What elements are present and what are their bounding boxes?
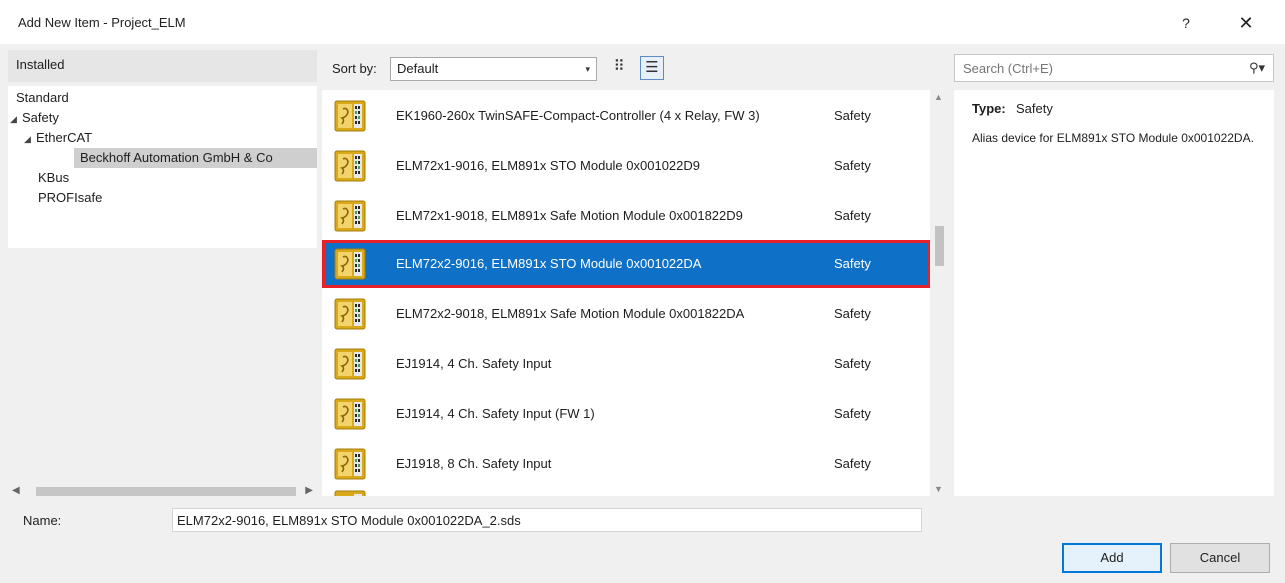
scroll-right-icon[interactable]: ▶: [305, 482, 313, 500]
scroll-down-icon[interactable]: ▼: [934, 484, 943, 494]
list-item-partial[interactable]: [322, 490, 930, 496]
item-name: EK1960-260x TwinSAFE-Compact-Controller …: [396, 108, 760, 123]
expand-arrow-icon[interactable]: ◢: [10, 109, 22, 129]
add-new-item-dialog: Add New Item - Project_ELM ? ✕ Installed…: [0, 0, 1285, 583]
scroll-up-icon[interactable]: ▲: [934, 92, 943, 102]
item-category: Safety: [834, 456, 871, 471]
tree-item-label: PROFIsafe: [38, 190, 103, 205]
tree-item-label: EtherCAT: [36, 130, 93, 145]
installed-header: Installed: [8, 50, 317, 82]
list-item[interactable]: ELM72x1-9016, ELM891x STO Module 0x00102…: [322, 142, 930, 190]
list-item[interactable]: EK1960-260x TwinSAFE-Compact-Controller …: [322, 92, 930, 140]
item-name: ELM72x2-9016, ELM891x STO Module 0x00102…: [396, 256, 702, 271]
tree-item-label: Beckhoff Automation GmbH & Co: [80, 150, 273, 165]
safety-module-icon: [334, 348, 366, 380]
tree-item-standard[interactable]: Standard: [16, 88, 69, 108]
list-item[interactable]: EJ1914, 4 Ch. Safety Input (FW 1) Safety: [322, 390, 930, 438]
item-name: ELM72x1-9016, ELM891x STO Module 0x00102…: [396, 158, 701, 173]
list-item[interactable]: EJ1914, 4 Ch. Safety Input Safety: [322, 340, 930, 388]
item-description: Alias device for ELM891x STO Module 0x00…: [972, 131, 1254, 145]
name-label: Name:: [23, 513, 62, 528]
list-item[interactable]: ELM72x2-9018, ELM891x Safe Motion Module…: [322, 290, 930, 338]
tree-item-label: Safety: [22, 110, 59, 125]
installed-panel: Installed Standard ◢ Safety ◢ EtherCAT Bec…: [8, 50, 317, 500]
sort-by-dropdown[interactable]: Default ▾: [390, 57, 597, 81]
item-name: EJ1914, 4 Ch. Safety Input (FW 1): [396, 406, 595, 421]
scrollbar-thumb[interactable]: [935, 226, 944, 266]
item-list: EK1960-260x TwinSAFE-Compact-Controller …: [322, 90, 930, 496]
chevron-down-icon: ▾: [585, 64, 590, 74]
list-vertical-scrollbar[interactable]: ▲ ▼: [930, 90, 948, 496]
scroll-left-icon[interactable]: ◀: [12, 482, 20, 500]
sort-by-value: Default: [397, 61, 439, 76]
item-name: EJ1914, 4 Ch. Safety Input: [396, 356, 552, 371]
item-category: Safety: [834, 406, 871, 421]
item-category: Safety: [834, 356, 871, 371]
details-view-icon[interactable]: ☰: [640, 56, 664, 80]
expand-arrow-icon[interactable]: ◢: [24, 129, 36, 149]
tree-horizontal-scrollbar[interactable]: ◀ ▶: [8, 482, 317, 500]
item-category: Safety: [834, 306, 871, 321]
safety-module-icon: [334, 490, 366, 496]
item-name: ELM72x2-9018, ELM891x Safe Motion Module…: [396, 306, 745, 321]
tree-item-profisafe[interactable]: PROFIsafe: [38, 188, 102, 208]
help-button[interactable]: ?: [1166, 8, 1206, 38]
title-bar: Add New Item - Project_ELM ? ✕: [0, 0, 1285, 44]
item-category: Safety: [834, 158, 871, 173]
cancel-button[interactable]: Cancel: [1170, 543, 1270, 573]
tree-item-label: Standard: [16, 90, 69, 105]
type-label: Type:: [972, 101, 1006, 116]
tree-item-label: KBus: [38, 170, 70, 185]
search-input[interactable]: [963, 61, 1223, 76]
type-value: Safety: [1016, 101, 1053, 116]
window-title: Add New Item - Project_ELM: [18, 15, 186, 30]
sort-by-label: Sort by:: [332, 61, 377, 76]
safety-module-icon: [334, 448, 366, 480]
template-tree: Standard ◢ Safety ◢ EtherCAT Beckhoff Auto…: [8, 86, 317, 248]
item-category: Safety: [834, 256, 871, 271]
item-category: Safety: [834, 208, 871, 223]
safety-module-icon: [334, 150, 366, 182]
list-item-selected[interactable]: ELM72x2-9016, ELM891x STO Module 0x00102…: [322, 240, 930, 288]
tree-item-safety[interactable]: ◢ Safety: [10, 108, 59, 128]
name-field[interactable]: [172, 508, 922, 532]
bottom-bar: Name: Add Cancel: [0, 505, 1285, 583]
tree-empty-area: [8, 248, 317, 473]
tree-item-beckhoff[interactable]: Beckhoff Automation GmbH & Co: [74, 148, 317, 168]
list-item[interactable]: ELM72x1-9018, ELM891x Safe Motion Module…: [322, 192, 930, 240]
search-box[interactable]: ⚲▾: [954, 54, 1274, 82]
scrollbar-thumb[interactable]: [36, 487, 296, 496]
safety-module-icon: [334, 100, 366, 132]
safety-module-icon: [334, 248, 366, 280]
item-name: ELM72x1-9018, ELM891x Safe Motion Module…: [396, 208, 743, 223]
add-button[interactable]: Add: [1062, 543, 1162, 573]
search-icon[interactable]: ⚲▾: [1249, 60, 1265, 76]
small-icons-view-icon[interactable]: ⠿: [607, 56, 631, 80]
safety-module-icon: [334, 200, 366, 232]
close-button[interactable]: ✕: [1224, 8, 1268, 38]
list-item[interactable]: EJ1918, 8 Ch. Safety Input Safety: [322, 440, 930, 488]
tree-item-ethercat[interactable]: ◢ EtherCAT: [24, 128, 92, 148]
safety-module-icon: [334, 298, 366, 330]
item-category: Safety: [834, 108, 871, 123]
safety-module-icon: [334, 398, 366, 430]
tree-item-kbus[interactable]: KBus: [38, 168, 69, 188]
item-name: EJ1918, 8 Ch. Safety Input: [396, 456, 552, 471]
details-panel: Type: Safety Alias device for ELM891x ST…: [954, 90, 1274, 496]
